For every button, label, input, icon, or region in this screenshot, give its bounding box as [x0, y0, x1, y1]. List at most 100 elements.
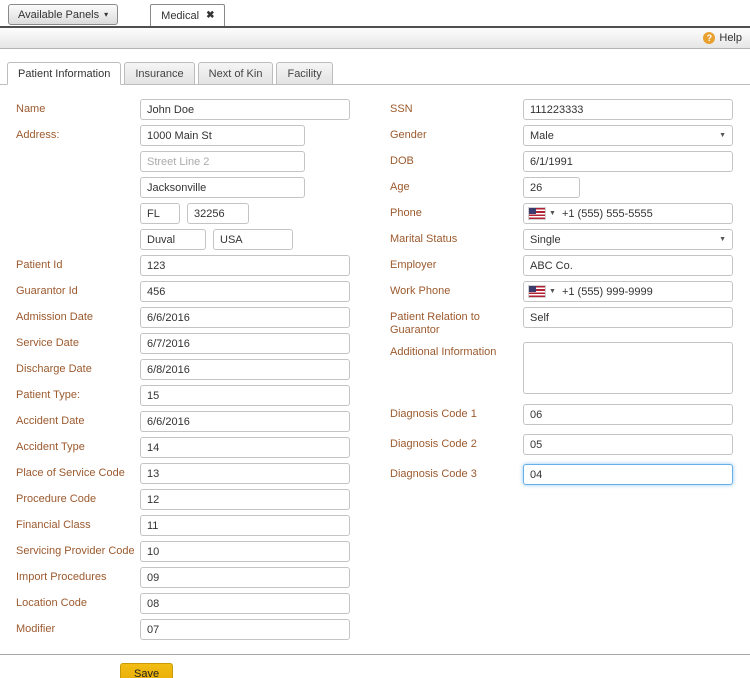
work-phone-input[interactable]: ▼ +1 (555) 999-9999	[523, 281, 733, 302]
available-panels-button[interactable]: Available Panels ▾	[8, 4, 118, 25]
financial-class-label: Financial Class	[16, 515, 140, 532]
servicing-provider-code-label: Servicing Provider Code	[16, 541, 140, 558]
chevron-down-icon: ▾	[104, 10, 108, 19]
marital-status-selected-value: Single	[530, 234, 561, 246]
chevron-down-icon[interactable]: ▼	[549, 288, 556, 295]
save-button[interactable]: Save	[120, 663, 173, 678]
field-address-county-country	[16, 229, 374, 250]
diagnosis-code-1-label: Diagnosis Code 1	[390, 404, 523, 421]
work-phone-label: Work Phone	[390, 281, 523, 298]
marital-status-select[interactable]: Single ▼	[523, 229, 733, 250]
servicing-provider-code-input[interactable]	[140, 541, 350, 562]
diagnosis-code-2-input[interactable]	[523, 434, 733, 455]
name-input[interactable]	[140, 99, 350, 120]
dob-input[interactable]	[523, 151, 733, 172]
form-tabstrip: Patient Information Insurance Next of Ki…	[0, 62, 750, 85]
place-of-service-code-input[interactable]	[140, 463, 350, 484]
procedure-code-input[interactable]	[140, 489, 350, 510]
chevron-down-icon[interactable]: ▼	[549, 210, 556, 217]
field-ssn: SSN	[390, 99, 750, 120]
address-street1-input[interactable]	[140, 125, 305, 146]
address-country-input[interactable]	[213, 229, 293, 250]
address-street2-input[interactable]	[140, 151, 305, 172]
field-service-date: Service Date	[16, 333, 374, 354]
guarantor-id-input[interactable]	[140, 281, 350, 302]
additional-information-textarea[interactable]	[523, 342, 733, 394]
field-address-street2	[16, 151, 374, 172]
service-date-input[interactable]	[140, 333, 350, 354]
gender-select[interactable]: Male ▼	[523, 125, 733, 146]
import-procedures-input[interactable]	[140, 567, 350, 588]
location-code-input[interactable]	[140, 593, 350, 614]
field-gender: Gender Male ▼	[390, 125, 750, 146]
field-address-city	[16, 177, 374, 198]
help-label: Help	[719, 32, 742, 44]
tab-facility[interactable]: Facility	[276, 62, 332, 85]
field-diagnosis-code-3: Diagnosis Code 3	[390, 464, 750, 485]
patient-type-label: Patient Type:	[16, 385, 140, 402]
field-diagnosis-code-2: Diagnosis Code 2	[390, 434, 750, 455]
guarantor-id-label: Guarantor Id	[16, 281, 140, 298]
phone-value: +1 (555) 555-5555	[562, 208, 653, 220]
address-spacer	[16, 151, 140, 155]
field-diagnosis-code-1: Diagnosis Code 1	[390, 404, 750, 425]
gender-selected-value: Male	[530, 130, 554, 142]
admission-date-input[interactable]	[140, 307, 350, 328]
tab-patient-information[interactable]: Patient Information	[7, 62, 121, 85]
field-admission-date: Admission Date	[16, 307, 374, 328]
patient-relation-label: Patient Relation to Guarantor	[390, 307, 523, 337]
financial-class-input[interactable]	[140, 515, 350, 536]
phone-input[interactable]: ▼ +1 (555) 555-5555	[523, 203, 733, 224]
close-icon[interactable]: ✖	[206, 10, 214, 21]
tab-next-of-kin[interactable]: Next of Kin	[198, 62, 274, 85]
address-zip-input[interactable]	[187, 203, 249, 224]
medical-panel-tab[interactable]: Medical ✖	[150, 4, 225, 26]
diagnosis-code-3-input[interactable]	[523, 464, 733, 485]
patient-information-form: Name Address:	[0, 85, 750, 645]
tab-insurance[interactable]: Insurance	[124, 62, 194, 85]
ssn-label: SSN	[390, 99, 523, 116]
diagnosis-code-3-label: Diagnosis Code 3	[390, 464, 523, 481]
form-footer: Save	[0, 654, 750, 678]
patient-type-input[interactable]	[140, 385, 350, 406]
field-modifier: Modifier	[16, 619, 374, 640]
age-input[interactable]	[523, 177, 580, 198]
chevron-down-icon: ▼	[719, 132, 726, 139]
field-patient-id: Patient Id	[16, 255, 374, 276]
field-additional-information: Additional Information	[390, 342, 750, 394]
field-address-state-zip	[16, 203, 374, 224]
patient-id-input[interactable]	[140, 255, 350, 276]
panel-bar: Available Panels ▾ Medical ✖	[0, 0, 750, 28]
discharge-date-input[interactable]	[140, 359, 350, 380]
employer-input[interactable]	[523, 255, 733, 276]
diagnosis-code-2-label: Diagnosis Code 2	[390, 434, 523, 451]
diagnosis-code-1-input[interactable]	[523, 404, 733, 425]
field-financial-class: Financial Class	[16, 515, 374, 536]
field-address-street1: Address:	[16, 125, 374, 146]
field-age: Age	[390, 177, 750, 198]
help-icon: ?	[703, 32, 715, 44]
us-flag-icon	[529, 286, 545, 297]
field-location-code: Location Code	[16, 593, 374, 614]
us-flag-icon	[529, 208, 545, 219]
name-label: Name	[16, 99, 140, 116]
field-marital-status: Marital Status Single ▼	[390, 229, 750, 250]
medical-panel-window: Available Panels ▾ Medical ✖ ? Help Pati…	[0, 0, 750, 678]
help-button[interactable]: ? Help	[703, 32, 742, 44]
dob-label: DOB	[390, 151, 523, 168]
accident-date-input[interactable]	[140, 411, 350, 432]
patient-relation-input[interactable]	[523, 307, 733, 328]
modifier-input[interactable]	[140, 619, 350, 640]
address-spacer	[16, 203, 140, 207]
work-phone-value: +1 (555) 999-9999	[562, 286, 653, 298]
discharge-date-label: Discharge Date	[16, 359, 140, 376]
accident-type-input[interactable]	[140, 437, 350, 458]
ssn-input[interactable]	[523, 99, 733, 120]
address-city-input[interactable]	[140, 177, 305, 198]
available-panels-label: Available Panels	[18, 9, 99, 21]
service-date-label: Service Date	[16, 333, 140, 350]
field-procedure-code: Procedure Code	[16, 489, 374, 510]
address-state-input[interactable]	[140, 203, 180, 224]
address-county-input[interactable]	[140, 229, 206, 250]
field-patient-type: Patient Type:	[16, 385, 374, 406]
